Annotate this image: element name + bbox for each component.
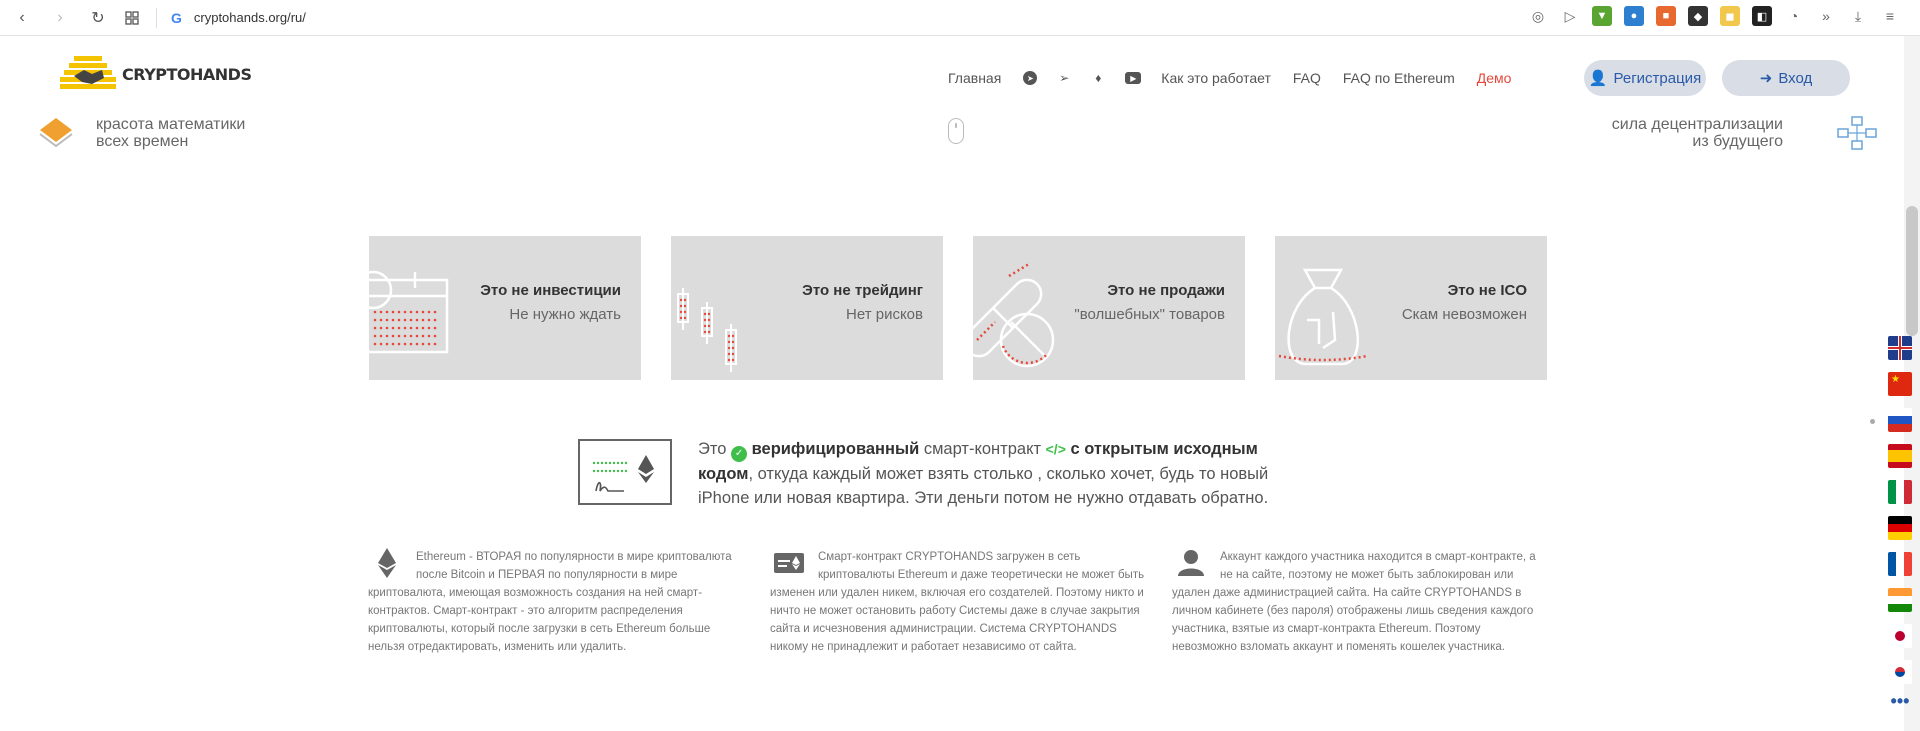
ru-flag-icon[interactable] [1888, 408, 1912, 432]
toolbar-divider [156, 7, 157, 28]
login-label: Вход [1778, 69, 1813, 87]
extension-icon[interactable]: ◧ [1752, 6, 1772, 26]
active-language-dot [1870, 419, 1875, 424]
back-icon[interactable]: ‹ [10, 6, 34, 30]
kr-flag-icon[interactable] [1888, 660, 1912, 684]
youtube-icon[interactable]: ▶ [1125, 72, 1142, 84]
network-icon [1836, 116, 1880, 150]
card-subtitle: Скам невозможен [1401, 306, 1527, 323]
hero-left-text: красота математики всех времен [96, 116, 245, 150]
card-not-ico: Это не ICO Скам невозможен [1275, 236, 1547, 380]
card-subtitle: "волшебных" товаров [1074, 306, 1225, 323]
info-account: Аккаунт каждого участника находится в см… [1172, 548, 1548, 656]
logo-text: CRYPTOHANDS [122, 64, 252, 84]
card-subtitle: Нет рисков [846, 306, 923, 323]
extension-icon[interactable]: ● [1624, 6, 1644, 26]
in-flag-icon[interactable] [1888, 588, 1912, 612]
info-text: Ethereum - ВТОРАЯ по популярности в мире… [368, 551, 732, 653]
hero-left-line1: красота математики [96, 116, 246, 133]
nav-faq[interactable]: FAQ [1293, 70, 1321, 86]
download-icon[interactable]: ⤓ [1848, 6, 1868, 26]
nav-demo[interactable]: Демо [1477, 70, 1512, 86]
register-label: Регистрация [1613, 69, 1702, 87]
card-title: Это не инвестиции [480, 282, 621, 299]
register-button[interactable]: 👤 Регистрация [1584, 60, 1706, 96]
info-text: Смарт-контракт CRYPTOHANDS загружен в се… [770, 551, 1145, 653]
nav-how-it-works[interactable]: Как это работает [1161, 70, 1271, 86]
card-not-sales: Это не продажи "волшебных" товаров [973, 236, 1245, 380]
math-icon [38, 116, 74, 148]
download-ext-icon[interactable]: ▼ [1592, 6, 1612, 26]
info-ethereum: Ethereum - ВТОРАЯ по популярности в мире… [368, 548, 744, 656]
code-icon: </> [1045, 441, 1066, 457]
main-nav: Главная ➤ ➢ ♦ ▶ Как это работает FAQ FAQ… [948, 70, 1511, 86]
card-title: Это не продажи [1107, 282, 1225, 299]
card-title: Это не трейдинг [802, 282, 923, 299]
hero-right-text: сила децентрализации из будущего [1612, 116, 1783, 150]
verified-text-part: смарт-контракт [923, 440, 1042, 458]
history-icon[interactable]: ◔ [1784, 6, 1804, 26]
login-button[interactable]: ➜ Вход [1722, 60, 1850, 96]
telegram-icon[interactable]: ➤ [1023, 71, 1038, 85]
jp-flag-icon[interactable] [1888, 624, 1912, 648]
nav-home[interactable]: Главная [948, 70, 1001, 86]
hero-right-line1: сила децентрализации [1611, 116, 1783, 133]
telegram-plane-icon[interactable]: ➢ [1057, 71, 1071, 85]
card-subtitle: Не нужно ждать [509, 306, 621, 323]
verified-contract-text: Это ✓ верифицированный смарт-контракт </… [698, 437, 1308, 510]
info-text: Аккаунт каждого участника находится в см… [1172, 551, 1536, 653]
extensions-area: ◎ ▷ ▼ ● ■ ◆ ◼ ◧ ◔ » ⤓ ≡ [1528, 6, 1900, 26]
logo-icon [60, 54, 116, 94]
cn-flag-icon[interactable]: ★ [1888, 372, 1912, 396]
gb-flag-icon[interactable] [1888, 336, 1912, 360]
address-bar[interactable]: cryptohands.org/ru/ [194, 10, 306, 25]
card-not-trading: Это не трейдинг Нет рисков [671, 236, 943, 380]
verified-text-bold: верифицированный [751, 440, 920, 458]
card-not-investment: Это не инвестиции Не нужно ждать [369, 236, 641, 380]
nav-faq-ethereum[interactable]: FAQ по Ethereum [1343, 70, 1455, 86]
forward-icon[interactable]: › [48, 6, 72, 30]
reload-icon[interactable]: ↻ [86, 6, 110, 30]
add-user-icon: 👤 [1588, 70, 1608, 87]
logo[interactable]: CRYPTOHANDS [60, 54, 252, 94]
contract-icon [578, 439, 672, 505]
extension-icon[interactable]: ■ [1656, 6, 1676, 26]
camera-icon[interactable]: ◎ [1528, 6, 1548, 26]
hero-right-line2: из будущего [1692, 133, 1783, 150]
twitter-icon[interactable]: ♦ [1091, 71, 1105, 85]
more-languages-icon[interactable]: ••• [1888, 692, 1912, 710]
scrollbar-thumb[interactable] [1906, 206, 1918, 336]
fr-flag-icon[interactable] [1888, 552, 1912, 576]
site-header: CRYPTOHANDS Главная ➤ ➢ ♦ ▶ Как это рабо… [0, 46, 1890, 106]
send-icon[interactable]: ▷ [1560, 6, 1580, 26]
check-circle-icon: ✓ [731, 446, 748, 462]
sign-in-icon: ➜ [1759, 70, 1773, 87]
extension-icon[interactable]: ◆ [1688, 6, 1708, 26]
de-flag-icon[interactable] [1888, 516, 1912, 540]
verified-text-part: Это [698, 440, 727, 458]
es-flag-icon[interactable] [1888, 444, 1912, 468]
info-smart-contract: Смарт-контракт CRYPTOHANDS загружен в се… [770, 548, 1146, 656]
tabs-grid-icon[interactable] [120, 6, 144, 30]
verified-text-part: , откуда каждый может взять столько , ск… [698, 465, 1269, 507]
contract-card-icon [774, 548, 804, 578]
extension-icon[interactable]: ◼ [1720, 6, 1740, 26]
user-icon [1176, 548, 1206, 578]
hero-left-line2: всех времен [96, 133, 189, 150]
google-icon: G [171, 9, 182, 26]
browser-toolbar: ‹ › ↻ G cryptohands.org/ru/ ◎ ▷ ▼ ● ■ ◆ … [0, 0, 1920, 36]
overflow-icon[interactable]: » [1816, 6, 1836, 26]
card-title: Это не ICO [1447, 282, 1527, 299]
scroll-mouse-icon [948, 118, 964, 144]
it-flag-icon[interactable] [1888, 480, 1912, 504]
language-switcher: ★ ••• [1888, 336, 1912, 710]
ethereum-icon [372, 548, 402, 578]
menu-icon[interactable]: ≡ [1880, 6, 1900, 26]
